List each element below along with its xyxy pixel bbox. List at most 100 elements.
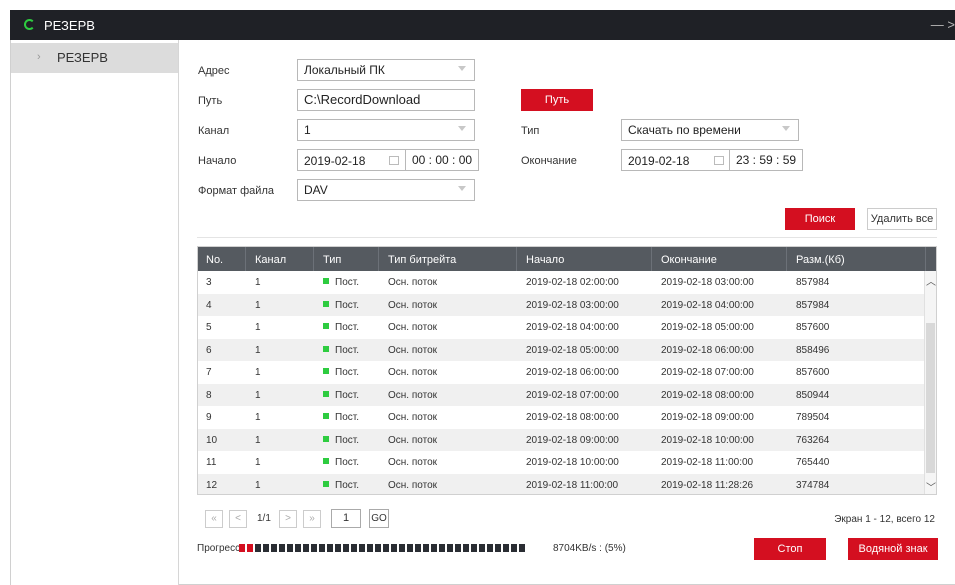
cell-end: 2019-02-18 03:00:00 — [661, 277, 754, 288]
start-time[interactable]: 00 : 00 : 00 — [405, 149, 480, 171]
table-header: No. Канал Тип Тип битрейта Начало Оконча… — [198, 247, 936, 271]
calendar-icon[interactable] — [389, 156, 399, 165]
last-page-button[interactable]: » — [303, 510, 321, 528]
cell-channel: 1 — [255, 322, 261, 333]
start-date: 2019-02-18 — [304, 154, 366, 168]
column-header-bitrate: Тип битрейта — [388, 254, 457, 266]
table-row[interactable]: 6 1 Пост. Осн. поток 2019-02-18 05:00:00 2019… — [198, 338, 925, 361]
record-type-dot-icon — [323, 413, 329, 419]
end-time[interactable]: 23 : 59 : 59 — [729, 149, 804, 171]
cell-no: 6 — [206, 344, 212, 356]
record-type-dot-icon — [323, 390, 329, 397]
cell-start: 2019-02-18 09:00:00 — [526, 434, 619, 446]
page-info: 1/1 — [257, 513, 271, 524]
record-type-text: Пост. — [335, 322, 359, 333]
window-controls[interactable]: — > — [931, 17, 955, 32]
table-row[interactable]: 8 1 Пост. Осн. поток 2019-02-18 07:00:00 2019… — [198, 383, 925, 406]
cell-bitrate: Осн. поток — [388, 479, 438, 491]
cell-no: 5 — [206, 322, 212, 333]
progress-segment — [335, 544, 341, 552]
page-number-input[interactable]: 1 — [331, 509, 361, 528]
table-row[interactable]: 3 1 Пост. Осн. поток 2019-02-18 02:00:00 2019… — [198, 271, 925, 294]
table-row[interactable]: 7 1 Пост. Осн. поток 2019-02-18 06:00:00 2019… — [198, 361, 925, 384]
channel-value: 1 — [304, 123, 311, 137]
cell-type: Пост. — [323, 457, 359, 468]
progress-segment — [415, 544, 421, 552]
address-select[interactable]: Локальный ПК — [297, 59, 475, 81]
cell-start: 2019-02-18 11:00:00 — [526, 479, 619, 491]
table-row[interactable]: 11 1 Пост. Осн. поток 2019-02-18 10:00:00 201… — [198, 451, 925, 474]
cell-bitrate: Осн. поток — [388, 277, 438, 288]
download-type-select[interactable]: Скачать по времени — [621, 119, 799, 141]
cell-end: 2019-02-18 11:00:00 — [661, 457, 754, 468]
dropdown-arrow-icon — [458, 126, 466, 131]
cell-size: 763264 — [796, 434, 830, 446]
record-type-text: Пост. — [335, 434, 359, 446]
progress-segment — [463, 544, 469, 552]
record-type-text: Пост. — [335, 367, 359, 378]
dropdown-arrow-icon — [458, 66, 466, 71]
progress-segment — [423, 544, 429, 552]
start-datetime-field[interactable]: 2019-02-18 00 : 00 : 00 — [297, 149, 480, 171]
table-row[interactable]: 4 1 Пост. Осн. поток 2019-02-18 03:00:00 2019… — [198, 293, 925, 316]
table-row[interactable]: 5 1 Пост. Осн. поток 2019-02-18 04:00:00 2019… — [198, 316, 925, 339]
cell-bitrate: Осн. поток — [388, 457, 438, 468]
cell-no: 4 — [206, 299, 212, 311]
cell-type: Пост. — [323, 435, 359, 446]
record-type-text: Пост. — [335, 344, 359, 356]
channel-select[interactable]: 1 — [297, 119, 475, 141]
table-row[interactable]: 12 1 Пост. Осн. поток 2019-02-18 11:00:00 201… — [198, 473, 925, 494]
window-title: РЕЗЕРВ — [44, 18, 95, 33]
cell-type: Пост. — [323, 480, 359, 491]
record-type-text: Пост. — [335, 277, 359, 288]
cell-start: 2019-02-18 06:00:00 — [526, 367, 619, 378]
go-button[interactable]: GO — [369, 509, 389, 528]
end-datetime-field[interactable]: 2019-02-18 23 : 59 : 59 — [621, 149, 804, 171]
cell-no: 3 — [206, 277, 212, 288]
cell-type: Пост. — [323, 345, 359, 356]
record-type-dot-icon — [323, 300, 329, 307]
file-format-value: DAV — [304, 183, 328, 197]
file-format-label: Формат файла — [198, 185, 274, 197]
cell-no: 7 — [206, 367, 212, 378]
address-value: Локальный ПК — [304, 63, 385, 77]
scroll-down-icon[interactable]: ﹀ — [926, 479, 936, 494]
path-input[interactable]: C:\RecordDownload — [297, 89, 475, 111]
record-type-text: Пост. — [335, 389, 359, 401]
path-button[interactable]: Путь — [521, 89, 593, 111]
cell-channel: 1 — [255, 367, 261, 378]
column-divider — [245, 247, 246, 271]
cell-end: 2019-02-18 08:00:00 — [661, 389, 754, 401]
progress-segment — [503, 544, 509, 552]
records-table: No. Канал Тип Тип битрейта Начало Оконча… — [197, 246, 937, 495]
sidebar-item-backup[interactable]: › РЕЗЕРВ — [11, 43, 178, 73]
progress-segment — [295, 544, 301, 552]
cell-bitrate: Осн. поток — [388, 412, 438, 423]
column-header-channel: Канал — [255, 254, 287, 266]
sidebar: › РЕЗЕРВ — [11, 40, 179, 585]
watermark-button[interactable]: Водяной знак — [848, 538, 938, 560]
cell-bitrate: Осн. поток — [388, 367, 438, 378]
file-format-select[interactable]: DAV — [297, 179, 475, 201]
column-divider — [378, 247, 379, 271]
refresh-logo-icon — [24, 19, 35, 30]
progress-segment — [319, 544, 325, 552]
progress-segment — [383, 544, 389, 552]
stop-button[interactable]: Стоп — [754, 538, 826, 560]
first-page-button[interactable]: « — [205, 510, 223, 528]
scrollbar-thumb[interactable] — [926, 323, 935, 473]
table-row[interactable]: 10 1 Пост. Осн. поток 2019-02-18 09:00:00 201… — [198, 428, 925, 451]
progress-segment — [303, 544, 309, 552]
cell-start: 2019-02-18 10:00:00 — [526, 457, 619, 468]
table-row[interactable]: 9 1 Пост. Осн. поток 2019-02-18 08:00:00 2019… — [198, 406, 925, 429]
calendar-icon[interactable] — [714, 156, 724, 165]
delete-all-button[interactable]: Удалить все — [867, 208, 937, 230]
next-page-button[interactable]: > — [279, 510, 297, 528]
progress-segment — [487, 544, 493, 552]
download-progress-bar — [239, 544, 525, 552]
record-type-text: Пост. — [335, 479, 359, 491]
search-button[interactable]: Поиск — [785, 208, 855, 230]
prev-page-button[interactable]: < — [229, 510, 247, 528]
scroll-up-icon[interactable]: ︿ — [926, 273, 936, 288]
table-scrollbar[interactable]: ︿ ﹀ — [924, 271, 936, 494]
